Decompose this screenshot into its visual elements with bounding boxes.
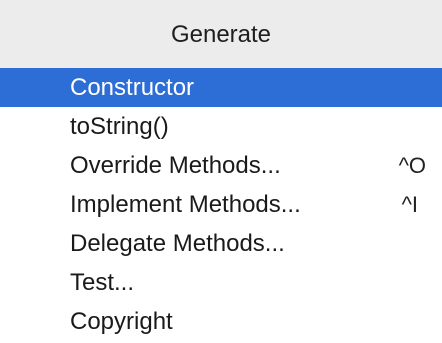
menu-item-constructor[interactable]: Constructor: [0, 68, 442, 107]
menu-item-copyright[interactable]: Copyright: [0, 302, 442, 341]
menu-item-label: Copyright: [70, 307, 173, 335]
generate-popup-menu: Generate Constructor toString() Override…: [0, 0, 442, 343]
menu-item-test[interactable]: Test...: [0, 263, 442, 302]
menu-item-override-methods[interactable]: Override Methods... ^O: [0, 146, 442, 185]
shortcut-label: ^O: [398, 152, 426, 178]
menu-item-label: Implement Methods...: [70, 190, 301, 218]
menu-item-label: Constructor: [70, 73, 195, 101]
shortcut-label: ^I: [401, 191, 418, 217]
menu-item-label: Override Methods...: [70, 151, 281, 179]
menu-item-tostring[interactable]: toString(): [0, 107, 442, 146]
menu-item-label: Delegate Methods...: [70, 229, 285, 257]
menu-item-delegate-methods[interactable]: Delegate Methods...: [0, 224, 442, 263]
menu-item-label: toString(): [70, 112, 169, 140]
popup-title: Generate: [0, 0, 442, 68]
menu-item-implement-methods[interactable]: Implement Methods... ^I: [0, 185, 442, 224]
menu-item-label: Test...: [70, 268, 135, 296]
menu-list: Constructor toString() Override Methods.…: [0, 68, 442, 341]
